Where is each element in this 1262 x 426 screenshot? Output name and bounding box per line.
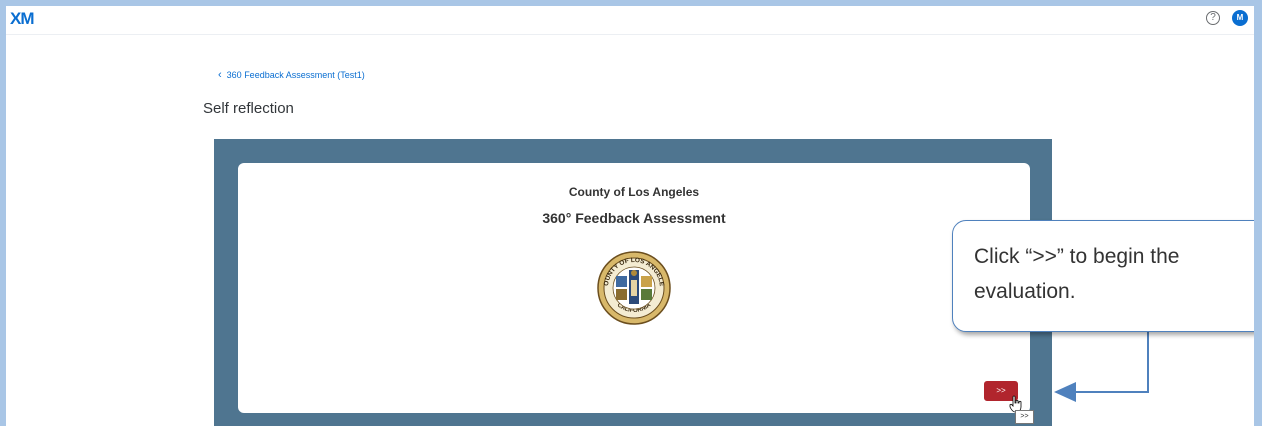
pointer-arrow-icon [1054, 331, 1149, 402]
callout-text: Click “>>” to begin the evaluation. [974, 245, 1180, 303]
instruction-callout: Click “>>” to begin the evaluation. [952, 220, 1254, 332]
app-window: XM ? M ‹ 360 Feedback Assessment (Test1)… [6, 6, 1254, 426]
